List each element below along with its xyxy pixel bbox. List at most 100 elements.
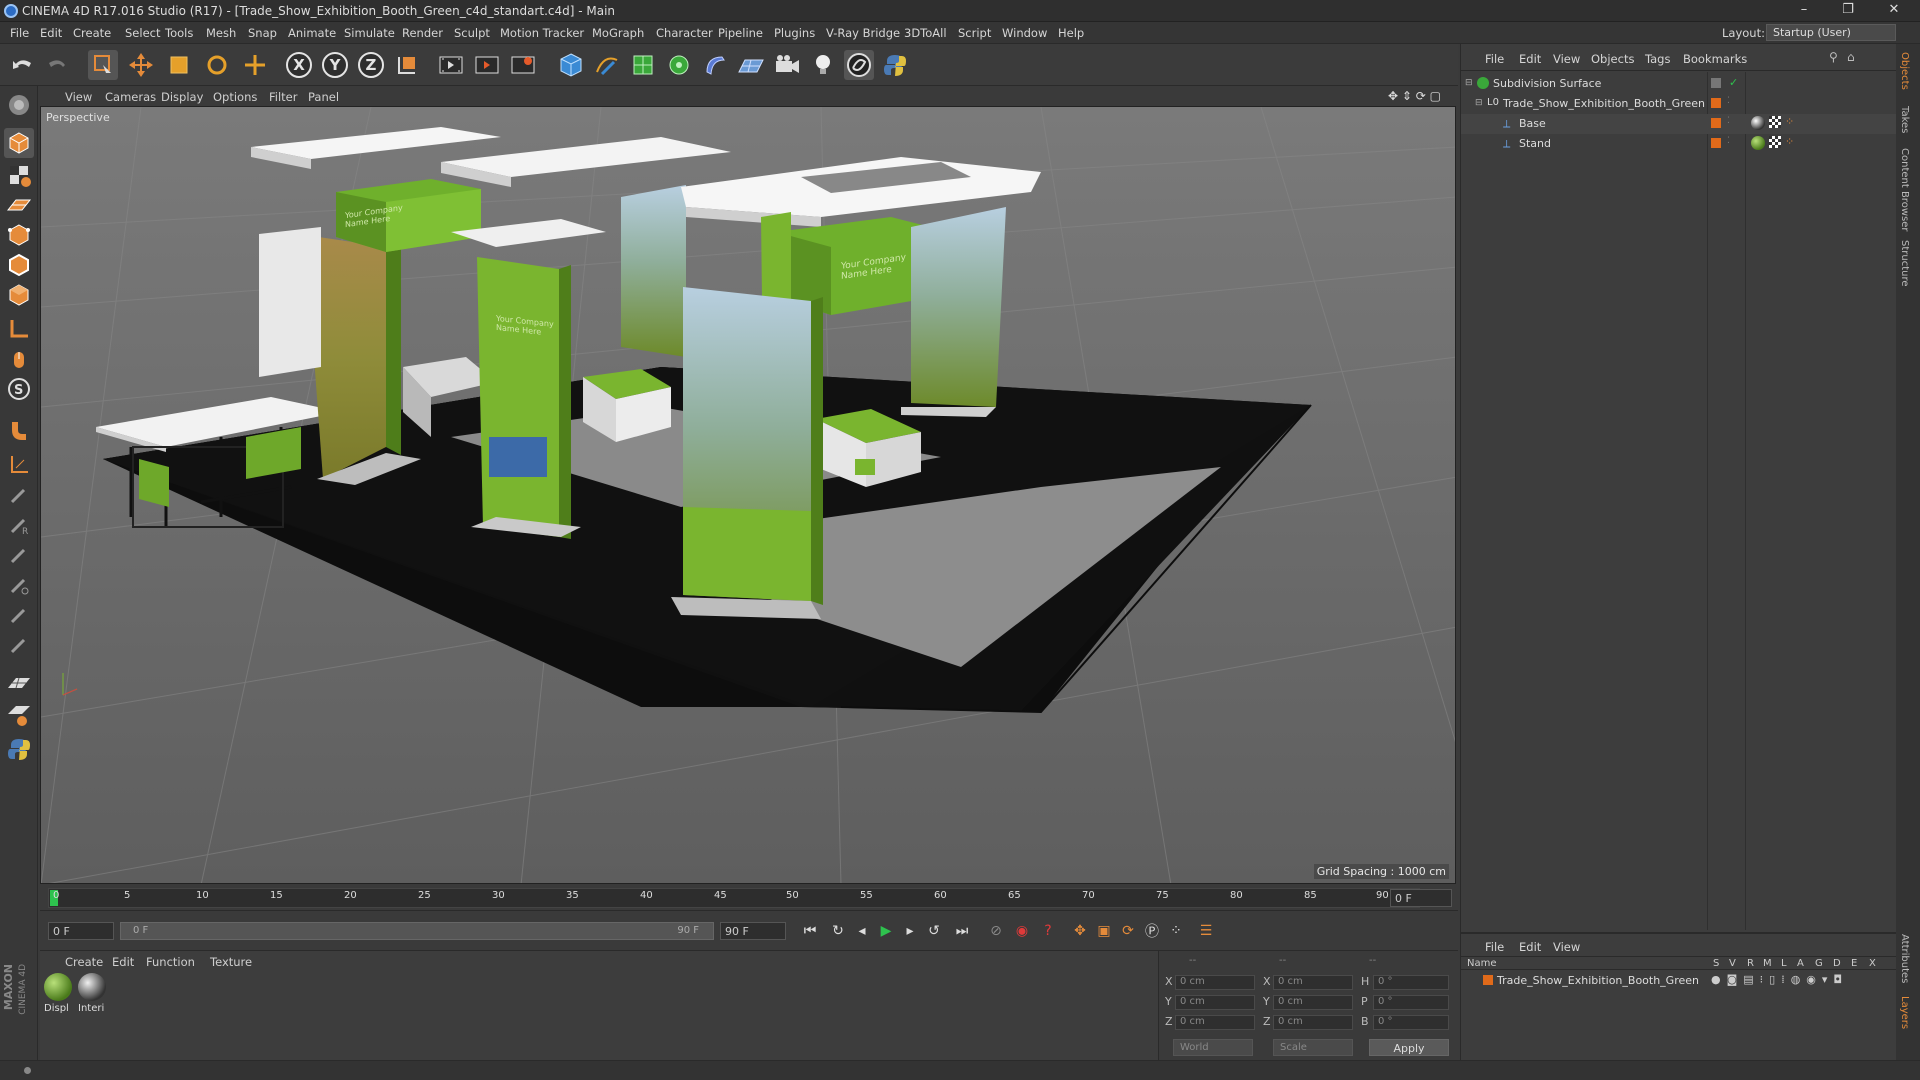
- frame-range-slider[interactable]: 0 F 90 F: [120, 922, 714, 940]
- deformer-icon[interactable]: [700, 50, 730, 80]
- viewport-menu-view[interactable]: View: [65, 90, 92, 104]
- size-mode-select[interactable]: Scale: [1273, 1039, 1353, 1056]
- cloner-icon[interactable]: [664, 50, 694, 80]
- object-menu-file[interactable]: File: [1485, 52, 1504, 66]
- autokey-icon[interactable]: ?: [1036, 919, 1060, 943]
- key-rotation-icon[interactable]: ⟳: [1116, 919, 1140, 943]
- redo-icon[interactable]: [42, 50, 72, 80]
- size-z-field[interactable]: 0 cm: [1273, 1015, 1353, 1030]
- end-frame-field[interactable]: 90 F: [720, 922, 786, 940]
- object-row-booth[interactable]: ⊟ L0 Trade_Show_Exhibition_Booth_Green ⁚: [1461, 94, 1897, 114]
- menu-vray-bridge[interactable]: V-Ray Bridge: [826, 26, 900, 40]
- tab-takes[interactable]: Takes: [1899, 106, 1910, 133]
- sculpt-brush-4-icon[interactable]: [4, 570, 34, 600]
- live-selection-icon[interactable]: [88, 50, 118, 80]
- timeline-ruler[interactable]: 0 5 10 15 20 25 30 35 40 45 50 55 60 65 …: [40, 886, 1458, 910]
- search-icon[interactable]: ⚲: [1829, 50, 1838, 64]
- axis-mode-icon[interactable]: [4, 314, 34, 344]
- viewport-menu-display[interactable]: Display: [161, 90, 203, 104]
- x-axis-lock-button[interactable]: X: [284, 50, 314, 80]
- menu-help[interactable]: Help: [1058, 26, 1084, 40]
- menu-tools[interactable]: Tools: [165, 26, 193, 40]
- timeline-icon[interactable]: ☰: [1194, 919, 1218, 943]
- menu-snap[interactable]: Snap: [248, 26, 277, 40]
- visibility-dots-icon[interactable]: ⁚: [1727, 116, 1730, 126]
- texture-mode-icon[interactable]: [4, 160, 34, 190]
- play-icon[interactable]: ▶: [874, 919, 898, 943]
- menu-mesh[interactable]: Mesh: [206, 26, 236, 40]
- menu-select[interactable]: Select: [125, 26, 160, 40]
- cube-primitive-icon[interactable]: [556, 50, 586, 80]
- tab-objects[interactable]: Objects: [1899, 52, 1910, 90]
- layer-color-swatch[interactable]: [1483, 975, 1493, 985]
- sculpt-brush-icon[interactable]: [4, 480, 34, 510]
- material-menu-create[interactable]: Create: [65, 955, 103, 969]
- menu-pipeline[interactable]: Pipeline: [718, 26, 763, 40]
- layer-menu-file[interactable]: File: [1485, 940, 1504, 954]
- object-menu-objects[interactable]: Objects: [1591, 52, 1634, 66]
- menu-script[interactable]: Script: [958, 26, 991, 40]
- start-frame-field[interactable]: 0 F: [48, 922, 114, 940]
- material-menu-function[interactable]: Function: [146, 955, 195, 969]
- current-frame-field[interactable]: 0 F: [1390, 889, 1452, 907]
- record-keys-icon[interactable]: ◉: [1010, 919, 1034, 943]
- solo-mode-icon[interactable]: [4, 700, 34, 730]
- menu-animate[interactable]: Animate: [288, 26, 336, 40]
- size-x-field[interactable]: 0 cm: [1273, 975, 1353, 990]
- menu-window[interactable]: Window: [1002, 26, 1047, 40]
- render-view-icon[interactable]: [436, 50, 466, 80]
- visibility-dots-icon[interactable]: ⁚: [1727, 136, 1730, 146]
- tweak-mode-icon[interactable]: [4, 344, 34, 374]
- close-button[interactable]: ✕: [1882, 2, 1906, 20]
- snap-icon[interactable]: S: [4, 374, 34, 404]
- object-menu-tags[interactable]: Tags: [1645, 52, 1670, 66]
- scale-tool-icon[interactable]: [164, 50, 194, 80]
- previous-frame-icon[interactable]: ◂: [850, 919, 874, 943]
- phong-tag-icon[interactable]: ⁘: [1785, 135, 1794, 148]
- sculpt-brush-3-icon[interactable]: [4, 540, 34, 570]
- object-row-subdivision-surface[interactable]: ⊟ Subdivision Surface ✓: [1461, 74, 1897, 94]
- tab-layers[interactable]: Layers: [1899, 996, 1910, 1029]
- record-disabled-icon[interactable]: ⊘: [984, 919, 1008, 943]
- menu-sculpt[interactable]: Sculpt: [454, 26, 490, 40]
- texture-tag-icon[interactable]: [1769, 136, 1781, 148]
- tab-content-browser[interactable]: Content Browser: [1899, 148, 1910, 231]
- minimize-button[interactable]: –: [1792, 2, 1816, 20]
- perspective-viewport[interactable]: Your Company Name Here Your Company Name…: [40, 106, 1456, 884]
- workplane-mode-icon[interactable]: [4, 190, 34, 220]
- object-row-base[interactable]: ⟂ Base ⁚ ⁘: [1461, 114, 1897, 134]
- previous-keyframe-icon[interactable]: ↻: [826, 919, 850, 943]
- viewport-menu-cameras[interactable]: Cameras: [105, 90, 156, 104]
- move-tool-icon[interactable]: [126, 50, 156, 80]
- layer-row[interactable]: Trade_Show_Exhibition_Booth_Green ●◙▤⁝▯⁞…: [1461, 972, 1897, 990]
- menu-motion-tracker[interactable]: Motion Tracker: [500, 26, 584, 40]
- tab-structure[interactable]: Structure: [1899, 240, 1910, 287]
- go-to-start-icon[interactable]: ⏮: [798, 919, 822, 943]
- camera-icon[interactable]: [772, 50, 802, 80]
- z-axis-lock-button[interactable]: Z: [356, 50, 386, 80]
- axis-snap-icon[interactable]: [4, 450, 34, 480]
- menu-edit[interactable]: Edit: [40, 26, 62, 40]
- layout-select[interactable]: Startup (User): [1766, 24, 1896, 41]
- edges-mode-icon[interactable]: [4, 250, 34, 280]
- viewport-nav-icons[interactable]: ✥ ⇕ ⟳ ▢: [1388, 89, 1441, 103]
- rot-p-field[interactable]: 0 °: [1373, 995, 1449, 1010]
- sculpt-brush-6-icon[interactable]: [4, 630, 34, 660]
- rot-h-field[interactable]: 0 °: [1373, 975, 1449, 990]
- subdivision-surface-icon[interactable]: [628, 50, 658, 80]
- python-script-icon[interactable]: [4, 734, 34, 764]
- layer-toggle-icons[interactable]: ●◙▤⁝▯⁞◍◉▾◘: [1711, 973, 1848, 986]
- coordinate-mode-select[interactable]: World: [1173, 1039, 1253, 1056]
- key-position-icon[interactable]: ✥: [1068, 919, 1092, 943]
- expand-icon[interactable]: ⊟: [1465, 78, 1473, 88]
- sculpt-brush-5-icon[interactable]: [4, 600, 34, 630]
- polygons-mode-icon[interactable]: [4, 280, 34, 310]
- visibility-dots-icon[interactable]: ⁚: [1727, 96, 1730, 106]
- object-menu-view[interactable]: View: [1553, 52, 1580, 66]
- menu-character[interactable]: Character: [656, 26, 713, 40]
- object-row-stand[interactable]: ⟂ Stand ⁚ ⁘: [1461, 134, 1897, 154]
- object-menu-edit[interactable]: Edit: [1519, 52, 1541, 66]
- material-tag-icon[interactable]: [1751, 136, 1765, 150]
- render-settings-icon[interactable]: [508, 50, 538, 80]
- home-icon[interactable]: ⌂: [1847, 50, 1855, 64]
